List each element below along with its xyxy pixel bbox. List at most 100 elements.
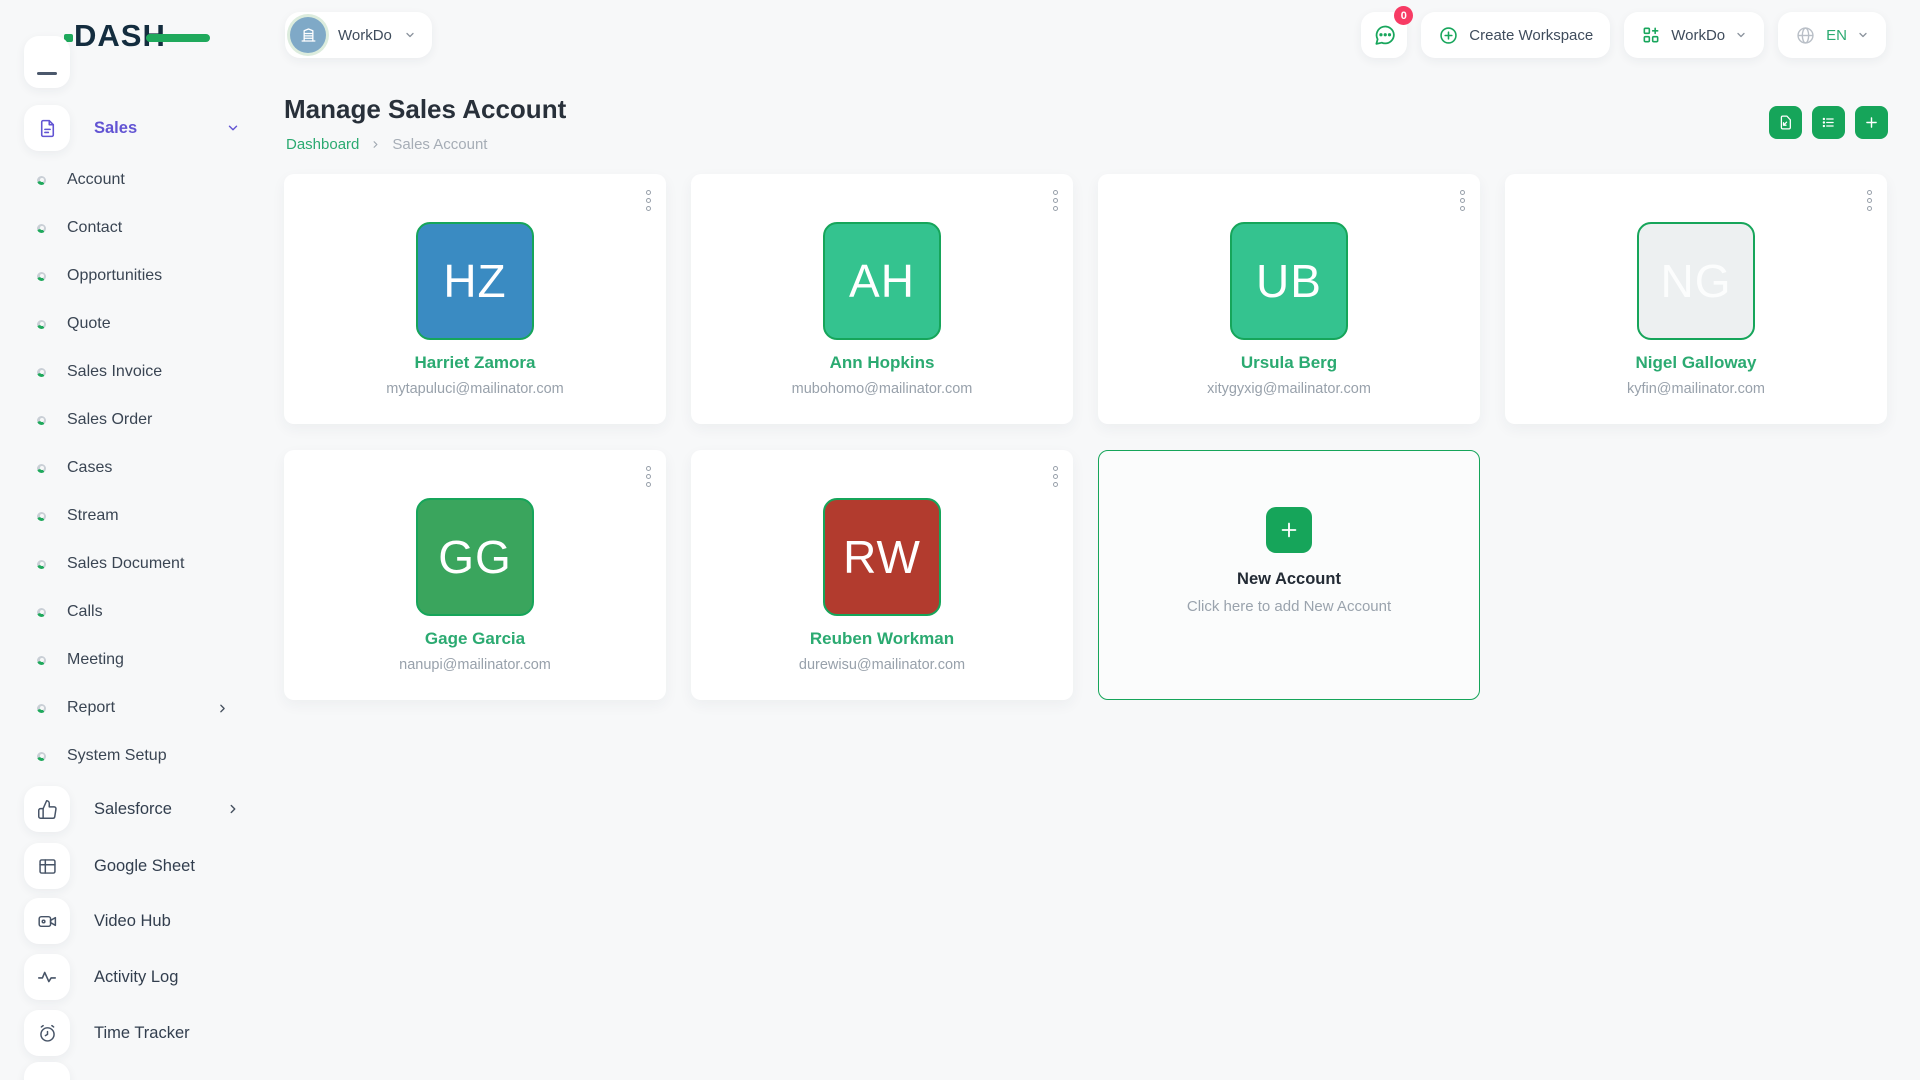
account-name-link[interactable]: Reuben Workman bbox=[691, 629, 1073, 649]
account-card: RW Reuben Workman durewisu@mailinator.co… bbox=[691, 450, 1073, 700]
sidebar-item-contact[interactable]: Contact bbox=[37, 219, 229, 237]
breadcrumb: Dashboard Sales Account bbox=[286, 136, 487, 153]
bullet-icon bbox=[37, 512, 46, 521]
app-screen: DASH WorkDo 0 Create Workspace bbox=[0, 0, 1920, 1080]
sidebar-item-sales-order[interactable]: Sales Order bbox=[37, 411, 229, 429]
account-email: kyfin@mailinator.com bbox=[1505, 381, 1887, 397]
account-avatar[interactable]: RW bbox=[823, 498, 941, 616]
account-card: NG Nigel Galloway kyfin@mailinator.com bbox=[1505, 174, 1887, 424]
workspace-switcher[interactable]: WorkDo bbox=[285, 12, 432, 58]
card-menu-button[interactable] bbox=[1053, 466, 1058, 487]
account-name-link[interactable]: Nigel Galloway bbox=[1505, 353, 1887, 373]
plus-icon bbox=[1266, 507, 1312, 553]
export-button[interactable] bbox=[1769, 106, 1802, 139]
card-menu-button[interactable] bbox=[646, 466, 651, 487]
sidebar-group-salesforce[interactable]: Salesforce bbox=[24, 786, 240, 832]
account-name-link[interactable]: Ursula Berg bbox=[1098, 353, 1480, 373]
chevron-right-icon bbox=[370, 139, 381, 150]
page-title: Manage Sales Account bbox=[284, 94, 566, 125]
sidebar-group-google-sheet[interactable]: Google Sheet bbox=[24, 843, 240, 889]
sidebar-item-meeting[interactable]: Meeting bbox=[37, 651, 229, 669]
sidebar-item-cases[interactable]: Cases bbox=[37, 459, 229, 477]
account-email: mytapuluci@mailinator.com bbox=[284, 381, 666, 397]
sidebar-group-partial bbox=[24, 1062, 240, 1080]
sidebar-item-calls[interactable]: Calls bbox=[37, 603, 229, 621]
building-icon bbox=[299, 26, 318, 45]
sidebar-item-sales-invoice[interactable]: Sales Invoice bbox=[37, 363, 229, 381]
workdo-menu-label: WorkDo bbox=[1671, 27, 1725, 44]
workspace-avatar bbox=[290, 17, 326, 53]
sidebar-group-sales[interactable]: Sales bbox=[24, 105, 240, 151]
chevron-down-icon bbox=[1735, 29, 1747, 41]
chevron-down-icon bbox=[226, 121, 240, 135]
video-camera-icon bbox=[24, 898, 70, 944]
file-document-icon bbox=[24, 105, 70, 151]
workdo-menu-button[interactable]: WorkDo bbox=[1624, 12, 1764, 58]
chevron-right-icon bbox=[226, 802, 240, 816]
bullet-icon bbox=[37, 464, 46, 473]
list-icon bbox=[1820, 114, 1837, 131]
account-email: durewisu@mailinator.com bbox=[691, 657, 1073, 673]
sidebar-item-system-setup[interactable]: System Setup bbox=[37, 747, 229, 765]
sidebar-group-time-tracker[interactable]: Time Tracker bbox=[24, 1010, 240, 1056]
bullet-icon bbox=[37, 224, 46, 233]
card-menu-button[interactable] bbox=[646, 190, 651, 211]
create-workspace-button[interactable]: Create Workspace bbox=[1421, 12, 1610, 58]
chevron-down-icon bbox=[404, 29, 416, 41]
sidebar-item-account[interactable]: Account bbox=[37, 171, 229, 189]
bullet-icon bbox=[37, 416, 46, 425]
hamburger-icon bbox=[24, 36, 70, 88]
breadcrumb-current: Sales Account bbox=[392, 136, 487, 153]
card-menu-button[interactable] bbox=[1867, 190, 1872, 211]
sidebar-item-quote[interactable]: Quote bbox=[37, 315, 229, 333]
account-name-link[interactable]: Ann Hopkins bbox=[691, 353, 1073, 373]
list-view-button[interactable] bbox=[1812, 106, 1845, 139]
account-avatar[interactable]: NG bbox=[1637, 222, 1755, 340]
chevron-right-icon bbox=[216, 702, 229, 715]
create-workspace-label: Create Workspace bbox=[1469, 27, 1593, 44]
bullet-icon bbox=[37, 176, 46, 185]
account-card: HZ Harriet Zamora mytapuluci@mailinator.… bbox=[284, 174, 666, 424]
chevron-down-icon bbox=[1857, 29, 1869, 41]
sidebar-group-activity-log[interactable]: Activity Log bbox=[24, 954, 240, 1000]
account-avatar[interactable]: UB bbox=[1230, 222, 1348, 340]
card-menu-button[interactable] bbox=[1053, 190, 1058, 211]
account-card: GG Gage Garcia nanupi@mailinator.com bbox=[284, 450, 666, 700]
add-account-button[interactable] bbox=[1855, 106, 1888, 139]
file-export-icon bbox=[1777, 114, 1794, 131]
grid-plus-icon bbox=[1641, 25, 1661, 45]
sidebar-item-stream[interactable]: Stream bbox=[37, 507, 229, 525]
messages-badge: 0 bbox=[1394, 6, 1413, 25]
bullet-icon bbox=[37, 560, 46, 569]
bullet-icon bbox=[37, 752, 46, 761]
account-email: mubohomo@mailinator.com bbox=[691, 381, 1073, 397]
account-name-link[interactable]: Harriet Zamora bbox=[284, 353, 666, 373]
account-avatar[interactable]: AH bbox=[823, 222, 941, 340]
card-menu-button[interactable] bbox=[1460, 190, 1465, 211]
new-account-subtitle: Click here to add New Account bbox=[1099, 598, 1479, 615]
messages-button[interactable]: 0 bbox=[1361, 12, 1407, 58]
sidebar-group-video-hub[interactable]: Video Hub bbox=[24, 898, 240, 944]
new-account-card[interactable]: New Account Click here to add New Accoun… bbox=[1098, 450, 1480, 700]
sidebar-item-sales-document[interactable]: Sales Document bbox=[37, 555, 229, 573]
activity-pulse-icon bbox=[24, 954, 70, 1000]
sidebar-item-report[interactable]: Report bbox=[37, 699, 229, 717]
account-name-link[interactable]: Gage Garcia bbox=[284, 629, 666, 649]
header-actions: 0 Create Workspace WorkDo EN bbox=[1361, 12, 1886, 58]
language-selector[interactable]: EN bbox=[1778, 12, 1886, 58]
messages-icon bbox=[1372, 23, 1397, 48]
account-avatar[interactable]: GG bbox=[416, 498, 534, 616]
account-card: UB Ursula Berg xitygyxig@mailinator.com bbox=[1098, 174, 1480, 424]
sidebar-collapse-button[interactable] bbox=[24, 36, 240, 88]
breadcrumb-dashboard-link[interactable]: Dashboard bbox=[286, 136, 359, 153]
workspace-switcher-label: WorkDo bbox=[338, 27, 392, 44]
bullet-icon bbox=[37, 368, 46, 377]
account-email: nanupi@mailinator.com bbox=[284, 657, 666, 673]
plus-icon bbox=[1863, 114, 1880, 131]
language-code: EN bbox=[1826, 27, 1847, 44]
thumbs-up-icon bbox=[24, 786, 70, 832]
account-avatar[interactable]: HZ bbox=[416, 222, 534, 340]
new-account-title: New Account bbox=[1099, 570, 1479, 589]
sidebar-item-opportunities[interactable]: Opportunities bbox=[37, 267, 229, 285]
circle-plus-icon bbox=[1438, 25, 1459, 46]
